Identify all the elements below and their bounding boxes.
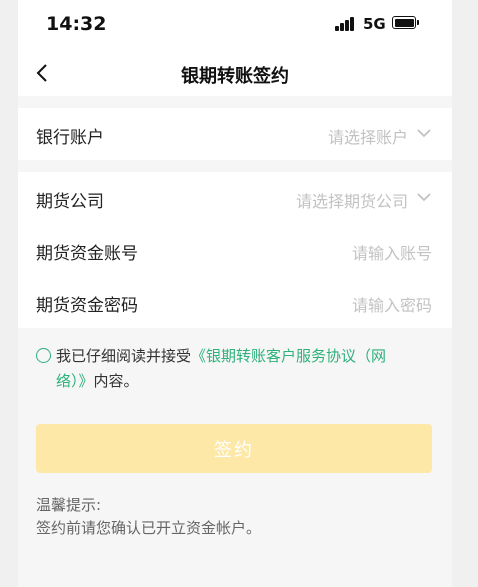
futures-account-row: 期货资金账号 请输入账号: [18, 224, 452, 276]
futures-password-row: 期货资金密码 请输入密码: [18, 276, 452, 328]
signal-icon: [335, 16, 357, 31]
chevron-down-icon: [417, 193, 431, 202]
bank-account-row[interactable]: 银行账户 请选择账户: [18, 108, 452, 160]
futures-password-input[interactable]: 请输入密码: [352, 292, 432, 316]
bank-section: 银行账户 请选择账户: [18, 108, 452, 160]
page: 14:32 5G 银期转账签约 银行账户 请选择账户 期货公司 请选择期货公司 …: [0, 0, 478, 587]
agreement-radio[interactable]: [36, 348, 51, 363]
tips-text: 签约前请您确认已开立资金帐户。: [36, 519, 262, 537]
bank-account-label: 银行账户: [36, 128, 104, 148]
nav-bar: 银期转账签约: [18, 52, 452, 96]
sign-button[interactable]: 签约: [36, 424, 432, 473]
network-type: 5G: [363, 15, 386, 33]
futures-company-row[interactable]: 期货公司 请选择期货公司: [18, 172, 452, 224]
chevron-down-icon: [417, 129, 431, 138]
tips-title: 温馨提示:: [36, 496, 102, 514]
futures-company-label: 期货公司: [36, 192, 104, 212]
page-title: 银期转账签约: [181, 66, 289, 87]
agreement-suffix: 内容。: [93, 372, 139, 390]
bank-account-select[interactable]: 请选择账户: [328, 124, 408, 148]
battery-icon: [392, 16, 419, 29]
futures-account-input[interactable]: 请输入账号: [352, 240, 432, 264]
futures-account-label: 期货资金账号: [36, 244, 138, 264]
status-time: 14:32: [46, 13, 107, 35]
futures-section: 期货公司 请选择期货公司 期货资金账号 请输入账号 期货资金密码 请输入密码: [18, 172, 452, 328]
futures-company-select[interactable]: 请选择期货公司: [296, 188, 408, 212]
agreement-text: 我已仔细阅读并接受《银期转账客户服务协议（网络）》内容。: [56, 344, 416, 394]
agreement-prefix: 我已仔细阅读并接受: [56, 347, 192, 365]
futures-password-label: 期货资金密码: [36, 296, 138, 316]
